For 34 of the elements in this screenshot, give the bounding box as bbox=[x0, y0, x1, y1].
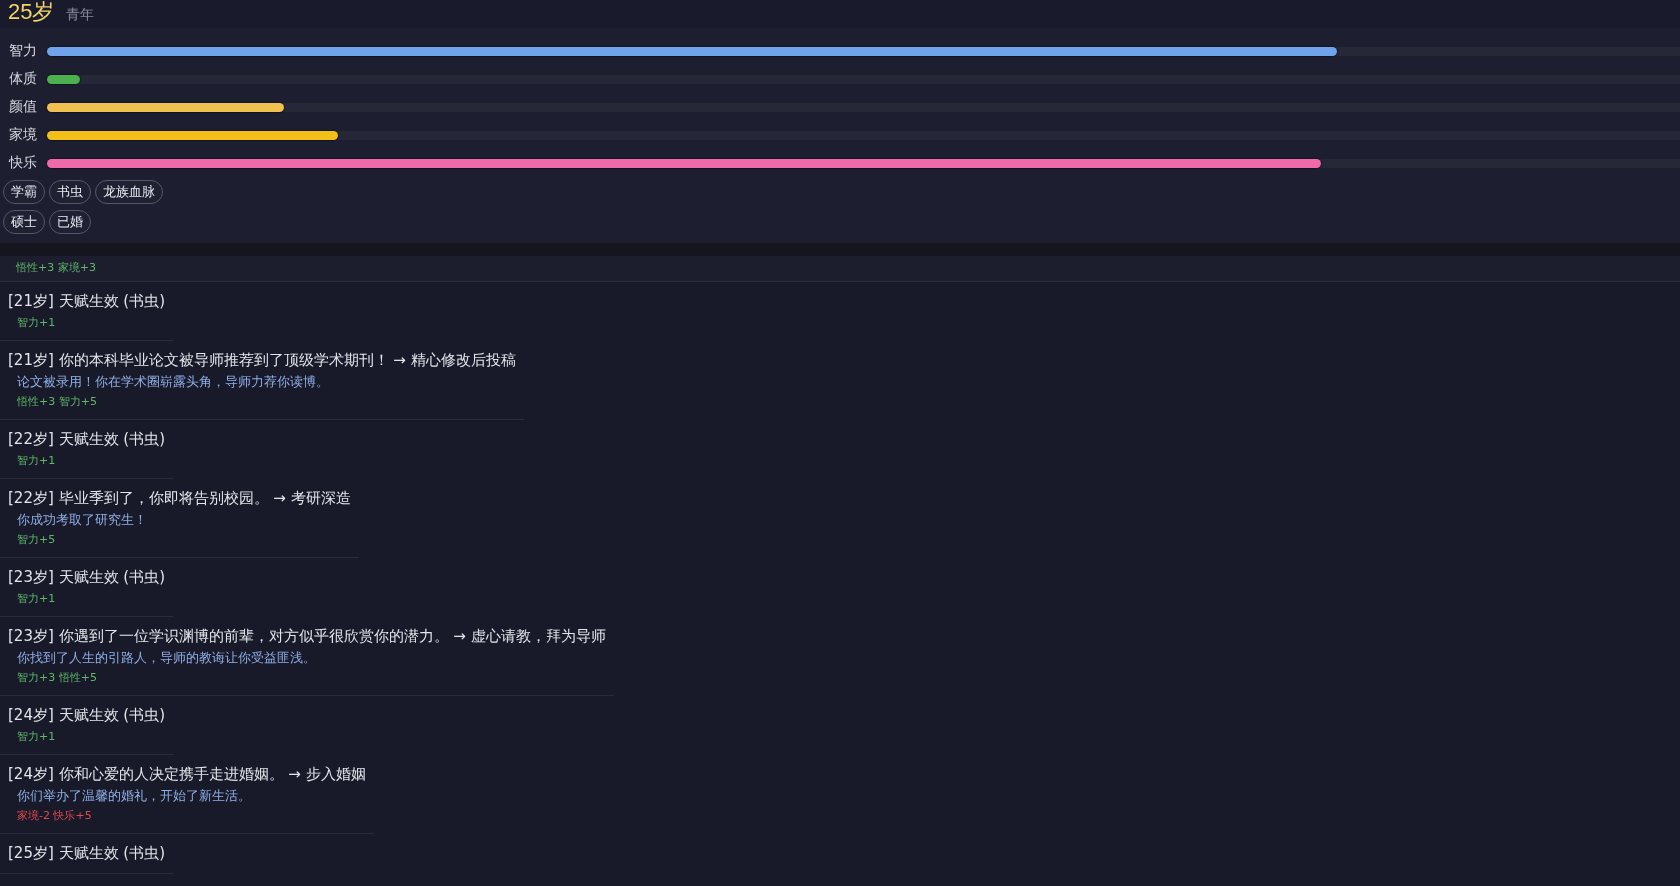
stat-change-text: 悟性+3 智力+5 bbox=[16, 394, 98, 410]
stat-change-text: 智力+1 bbox=[16, 453, 57, 469]
event-title: [22岁] 毕业季到了，你即将告别校园。 → 考研深造 bbox=[8, 488, 351, 509]
stat-change-text: 智力+1 bbox=[16, 315, 57, 331]
trait-tag: 书虫 bbox=[49, 180, 91, 204]
stat-label: 家境 bbox=[8, 126, 38, 144]
trait-tag: 学霸 bbox=[3, 180, 45, 204]
age-text: 25岁 bbox=[8, 0, 55, 24]
event-title: [21岁] 天赋生效 (书虫) bbox=[8, 291, 166, 312]
stat-change-text: 悟性+3 家境+3 bbox=[16, 260, 97, 276]
event-title: [22岁] 天赋生效 (书虫) bbox=[8, 429, 166, 450]
stat-change-text: 智力+5 bbox=[16, 532, 57, 548]
event-outcome: 你成功考取了研究生！ bbox=[16, 511, 148, 529]
stat-label: 体质 bbox=[8, 70, 38, 88]
event-title: [23岁] 你遇到了一位学识渊博的前辈，对方似乎很欣赏你的潜力。 → 虚心请教，拜为导师 bbox=[8, 626, 606, 647]
life-stage-label: 青年 bbox=[66, 6, 95, 24]
stat-change-text: 智力+3 悟性+5 bbox=[16, 670, 98, 686]
trait-tag: 龙族血脉 bbox=[95, 180, 163, 204]
event-title: [24岁] 你和心爱的人决定携手走进婚姻。 → 步入婚姻 bbox=[8, 764, 366, 785]
stat-label: 快乐 bbox=[7, 154, 38, 172]
event-outcome: 你找到了人生的引路人，导师的教诲让你受益匪浅。 bbox=[16, 649, 317, 667]
stat-change-text: 智力+1 bbox=[16, 591, 57, 607]
trait-tag: 硕士 bbox=[3, 210, 45, 234]
event-title: [23岁] 天赋生效 (书虫) bbox=[8, 567, 166, 588]
event-title: [24岁] 天赋生效 (书虫) bbox=[8, 705, 166, 726]
event-title: [21岁] 你的本科毕业论文被导师推荐到了顶级学术期刊！ → 精心修改后投稿 bbox=[8, 350, 516, 371]
stat-label: 颜值 bbox=[8, 98, 38, 116]
trait-tag: 已婚 bbox=[49, 210, 91, 234]
stat-change-text: 家境-2 快乐+5 bbox=[16, 808, 93, 824]
event-outcome: 论文被录用！你在学术圈崭露头角，导师力荐你读博。 bbox=[16, 373, 330, 391]
event-title: [25岁] 天赋生效 (书虫) bbox=[8, 843, 166, 864]
event-outcome: 你们举办了温馨的婚礼，开始了新生活。 bbox=[16, 787, 252, 805]
stat-label: 智力 bbox=[8, 42, 38, 60]
stat-change-text: 智力+1 bbox=[16, 729, 57, 745]
